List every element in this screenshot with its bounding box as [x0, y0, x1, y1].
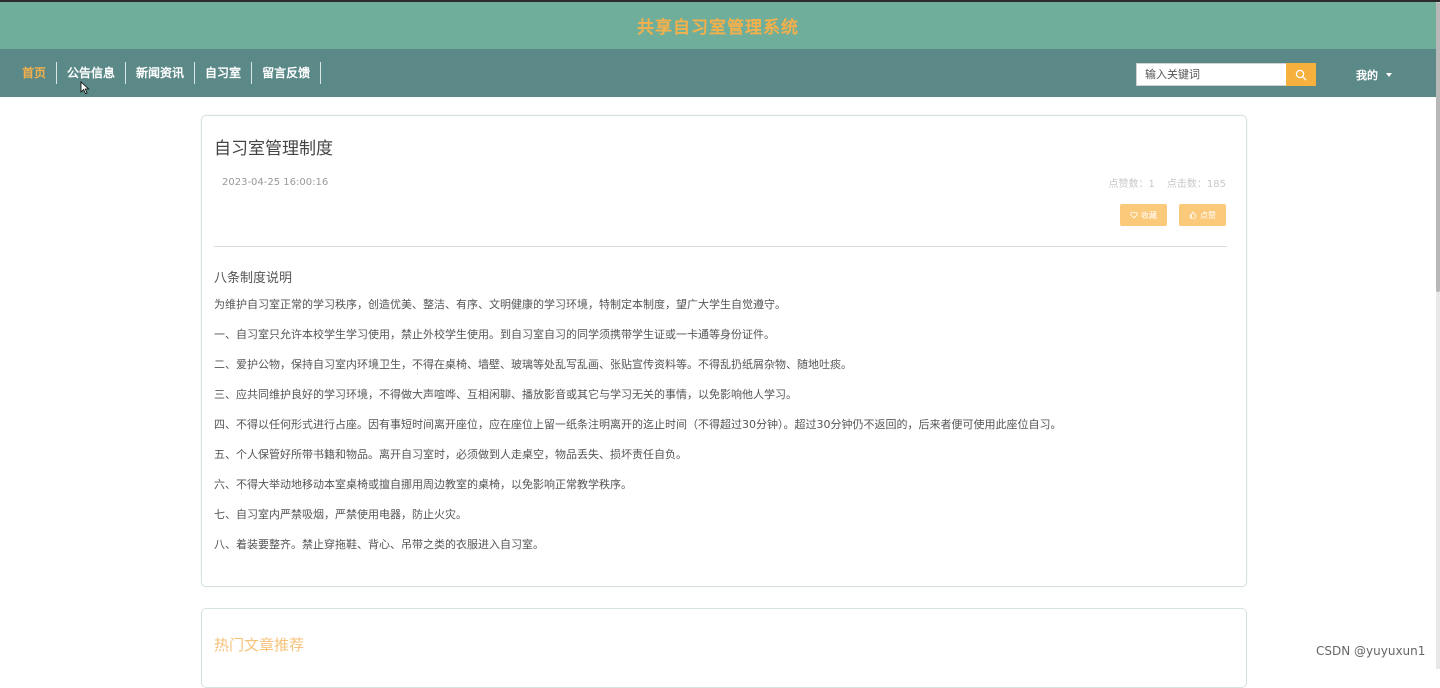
collect-button[interactable]: 收藏	[1120, 204, 1167, 226]
like-label: 点赞	[1200, 210, 1216, 220]
content-line: 八、着装要整齐。禁止穿拖鞋、背心、吊带之类的衣服进入自习室。	[214, 538, 544, 551]
nav-item-news[interactable]: 新闻资讯	[126, 62, 196, 84]
site-title: 共享自习室管理系统	[637, 18, 799, 38]
article-date: 2023-04-25 16:00:16	[222, 177, 329, 188]
divider	[214, 246, 1227, 247]
content-line: 二、爱护公物，保持自习室内环境卫生，不得在桌椅、墙壁、玻璃等处乱写乱画、张贴宣传…	[214, 358, 852, 371]
article-actions: 收藏 点赞	[1120, 204, 1226, 226]
content-line: 五、个人保管好所带书籍和物品。离开自习室时，必须做到人走桌空，物品丢失、损坏责任…	[214, 448, 687, 461]
content-line: 一、自习室只允许本校学生学习使用，禁止外校学生使用。到自习室自习的同学须携带学生…	[214, 328, 775, 341]
search-input[interactable]	[1136, 63, 1286, 86]
article-stats: 点赞数：1 点击数：185	[1109, 175, 1226, 190]
article-card: 自习室管理制度 2023-04-25 16:00:16 点赞数：1 点击数：18…	[201, 115, 1247, 587]
content-line: 四、不得以任何形式进行占座。因有事短时间离开座位，应在座位上留一纸条注明离开的迄…	[214, 418, 1062, 431]
content-line: 为维护自习室正常的学习秩序，创造优美、整洁、有序、文明健康的学习环境，特制定本制…	[214, 298, 786, 311]
my-menu-label: 我的	[1356, 69, 1378, 82]
watermark: CSDN @yuyuxun1	[1316, 644, 1426, 658]
nav-bar: 首页 公告信息 新闻资讯 自习室 留言反馈 我的	[0, 49, 1436, 97]
like-button[interactable]: 点赞	[1179, 204, 1226, 226]
article-title: 自习室管理制度	[214, 139, 333, 159]
nav-item-feedback[interactable]: 留言反馈	[252, 62, 322, 84]
nav-item-study-room[interactable]: 自习室	[195, 62, 253, 84]
search-button[interactable]	[1286, 63, 1316, 86]
hot-articles-card: 热门文章推荐	[201, 608, 1247, 688]
content-line: 三、应共同维护良好的学习环境，不得做大声喧哗、互相闲聊、播放影音或其它与学习无关…	[214, 388, 797, 401]
title-bar: 共享自习室管理系统	[0, 2, 1436, 49]
my-menu[interactable]: 我的	[1356, 67, 1392, 83]
collect-label: 收藏	[1141, 210, 1157, 220]
clicks-count: 点击数：185	[1166, 179, 1226, 190]
caret-down-icon	[1386, 73, 1392, 77]
search-icon	[1295, 69, 1307, 80]
content-line: 六、不得大举动地移动本室桌椅或擅自挪用周边教室的桌椅，以免影响正常教学秩序。	[214, 478, 632, 491]
mouse-cursor-icon	[80, 81, 90, 95]
hot-articles-title: 热门文章推荐	[214, 636, 305, 654]
section-heading: 八条制度说明	[214, 271, 293, 286]
thumbs-up-icon	[1189, 211, 1197, 219]
nav-list: 首页 公告信息 新闻资讯 自习室 留言反馈	[12, 49, 322, 97]
search-box	[1136, 63, 1316, 86]
nav-item-home[interactable]: 首页	[12, 62, 58, 84]
nav-item-announcements[interactable]: 公告信息	[57, 62, 127, 84]
content-line: 七、自习室内严禁吸烟，严禁使用电器，防止火灾。	[214, 508, 467, 521]
likes-count: 点赞数：1	[1108, 179, 1155, 190]
scrollbar-thumb[interactable]	[1436, 2, 1440, 292]
heart-icon	[1130, 211, 1138, 219]
article-content: 为维护自习室正常的学习秩序，创造优美、整洁、有序、文明健康的学习环境，特制定本制…	[214, 298, 1234, 568]
